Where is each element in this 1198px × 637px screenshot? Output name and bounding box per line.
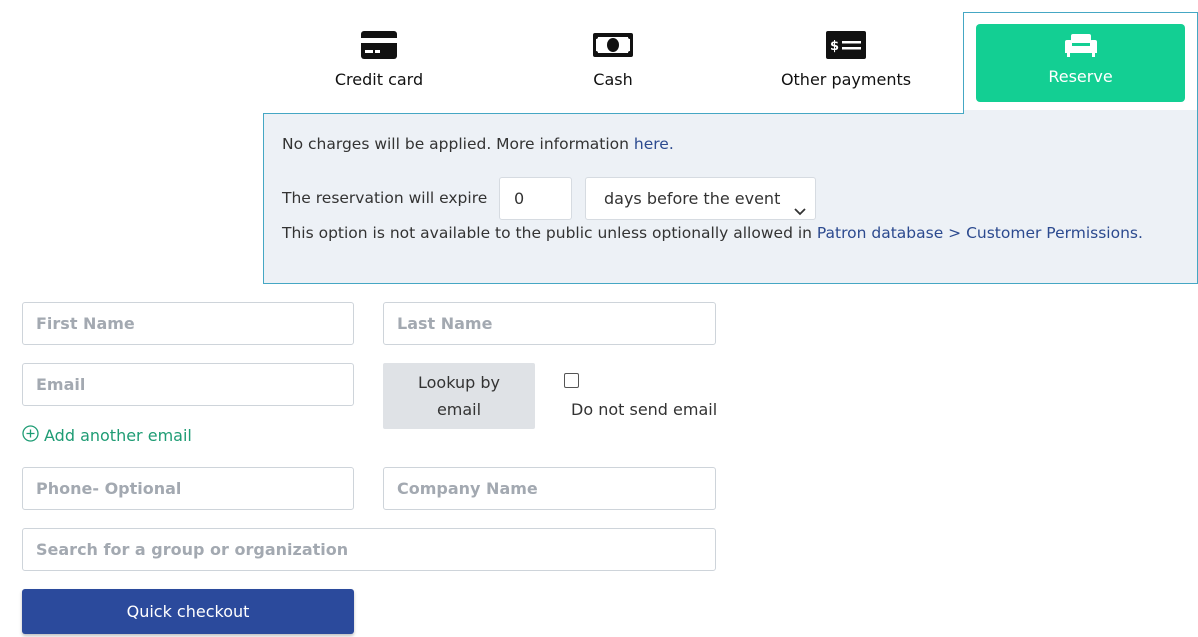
customer-permissions-link[interactable]: Patron database > Customer Permissions. <box>817 224 1143 242</box>
lookup-by-email-label: Lookup by email <box>418 373 500 419</box>
tab-other-payments-label: Other payments <box>780 70 912 89</box>
money-check-icon: $ <box>826 30 866 60</box>
expire-unit-select[interactable]: days before the event <box>585 177 816 220</box>
more-info-link[interactable]: here. <box>634 135 674 153</box>
tab-other-payments[interactable]: $ Other payments <box>741 24 951 102</box>
reserve-info-text: No charges will be applied. More informa… <box>282 135 634 153</box>
reserve-info-line: No charges will be applied. More informa… <box>282 135 674 153</box>
cash-icon <box>593 30 633 60</box>
company-name-field[interactable]: Company Name <box>383 467 716 510</box>
quick-checkout-button[interactable]: Quick checkout <box>22 589 354 634</box>
tab-cash-label: Cash <box>593 70 633 89</box>
expire-label: The reservation will expire <box>282 189 488 207</box>
last-name-field[interactable]: Last Name <box>383 302 716 345</box>
availability-text: This option is not available to the publ… <box>282 224 817 242</box>
group-search-input[interactable]: Search for a group or organization <box>22 528 716 571</box>
tab-reserve[interactable]: Reserve <box>976 24 1185 102</box>
add-another-email-link[interactable]: Add another email <box>22 425 192 446</box>
reserve-panel: No charges will be applied. More informa… <box>263 113 1198 284</box>
reserve-tab-connector <box>964 110 1197 118</box>
lookup-by-email-button[interactable]: Lookup by email <box>383 363 535 429</box>
tab-cash[interactable]: Cash <box>508 24 718 102</box>
expire-days-input[interactable]: 0 <box>499 177 572 220</box>
armchair-icon <box>1064 34 1098 60</box>
do-not-send-email-label: Do not send email <box>571 400 718 419</box>
first-name-field[interactable]: First Name <box>22 302 354 345</box>
credit-card-icon <box>361 30 397 60</box>
tab-credit-card-label: Credit card <box>334 70 424 89</box>
phone-field[interactable]: Phone- Optional <box>22 467 354 510</box>
tab-reserve-label: Reserve <box>1048 67 1113 86</box>
availability-line: This option is not available to the publ… <box>282 224 1143 242</box>
do-not-send-email-checkbox[interactable] <box>564 373 579 388</box>
expire-unit-value: days before the event <box>604 189 781 208</box>
plus-circle-icon <box>22 425 39 446</box>
svg-text:$: $ <box>830 39 839 54</box>
add-another-email-label: Add another email <box>44 426 192 445</box>
email-field[interactable]: Email <box>22 363 354 406</box>
tab-credit-card[interactable]: Credit card <box>274 24 484 102</box>
